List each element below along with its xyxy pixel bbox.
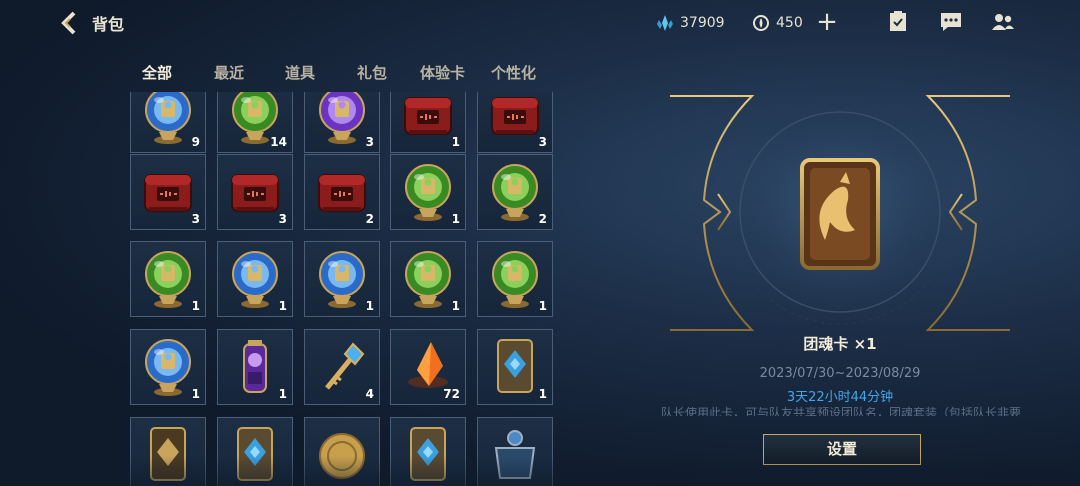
- item-name: 团魂卡 ×1: [803, 335, 877, 353]
- tab-items[interactable]: 道具: [285, 62, 315, 83]
- page-title: 背包: [92, 15, 125, 34]
- inventory-slot[interactable]: 3: [477, 92, 553, 153]
- item-quantity: 1: [365, 299, 374, 313]
- item-remaining-time: 3天22小时44分钟: [786, 390, 894, 405]
- item-quantity: 1: [451, 299, 460, 313]
- item-quantity: 1: [538, 387, 547, 401]
- inventory-slot[interactable]: 4: [304, 329, 380, 405]
- item-quantity: 1: [451, 212, 460, 226]
- tab-gift-packs[interactable]: 礼包: [357, 62, 387, 83]
- inventory-slot[interactable]: 72: [390, 329, 466, 405]
- inventory-slot[interactable]: 1: [390, 241, 466, 317]
- inventory-slot[interactable]: 1: [477, 329, 553, 405]
- item-quantity: 9: [191, 135, 200, 149]
- add-currency-button[interactable]: +: [815, 9, 839, 35]
- tab-all[interactable]: 全部: [142, 62, 172, 83]
- inventory-slot[interactable]: 2: [477, 154, 553, 230]
- inventory-slot[interactable]: 1: [390, 92, 466, 153]
- crystal-balance[interactable]: 37909: [656, 14, 725, 32]
- item-quantity: 14: [270, 135, 287, 149]
- team-soul-card-icon: [800, 158, 880, 270]
- item-validity-dates: 2023/07/30~2023/08/29: [759, 366, 921, 381]
- tab-recent[interactable]: 最近: [214, 62, 244, 83]
- item-quantity: 3: [538, 135, 547, 149]
- item-quantity: 3: [278, 212, 287, 226]
- inventory-slot[interactable]: 1: [477, 241, 553, 317]
- item-quantity: 1: [191, 387, 200, 401]
- friends-button[interactable]: [991, 11, 1015, 33]
- inventory-slot[interactable]: 2: [304, 154, 380, 230]
- crystal-amount: 37909: [680, 15, 725, 31]
- inventory-slot[interactable]: [477, 417, 553, 486]
- inventory-grid[interactable]: 9 14 3 1 3 3 3 2 1 2 1 1 1 1 1 1 1 4 72 …: [120, 92, 570, 486]
- item-showcase-frame: [670, 92, 1010, 332]
- item-description: 队长使用此卡，可与队友共享预设团队名，团魂套装（包括队长非要: [660, 406, 1021, 416]
- item-quantity: 1: [191, 299, 200, 313]
- chat-icon: [941, 13, 961, 31]
- inventory-slot[interactable]: 3: [217, 154, 293, 230]
- task-button[interactable]: [886, 11, 910, 33]
- coin-balance[interactable]: 450: [752, 14, 803, 32]
- item-quantity: 1: [278, 299, 287, 313]
- item-quantity: 1: [538, 299, 547, 313]
- inventory-slot[interactable]: 1: [217, 329, 293, 405]
- coin-icon: [753, 15, 769, 31]
- tab-trial-cards[interactable]: 体验卡: [420, 62, 465, 83]
- back-arrow-icon: [61, 11, 76, 35]
- inventory-slot[interactable]: [390, 417, 466, 486]
- inventory-slot[interactable]: [217, 417, 293, 486]
- item-quantity: 1: [278, 387, 287, 401]
- inventory-slot[interactable]: 9: [130, 92, 206, 153]
- inventory-slot[interactable]: 14: [217, 92, 293, 153]
- friends-icon: [992, 14, 1014, 30]
- inventory-slot[interactable]: [304, 417, 380, 486]
- inventory-slot[interactable]: 1: [130, 241, 206, 317]
- item-quantity: 1: [451, 135, 460, 149]
- item-quantity: 2: [538, 212, 547, 226]
- inventory-slot[interactable]: 3: [304, 92, 380, 153]
- inventory-slot[interactable]: [130, 417, 206, 486]
- task-checklist-icon: [890, 11, 906, 31]
- inventory-slot[interactable]: 3: [130, 154, 206, 230]
- inventory-slot[interactable]: 1: [217, 241, 293, 317]
- chat-button[interactable]: [939, 11, 963, 33]
- item-quantity: 72: [443, 387, 460, 401]
- item-quantity: 4: [365, 387, 374, 401]
- item-quantity: 2: [365, 212, 374, 226]
- item-quantity: 3: [365, 135, 374, 149]
- plus-icon: +: [816, 7, 838, 37]
- blue-crystal-icon: [657, 15, 673, 31]
- coin-amount: 450: [776, 15, 803, 31]
- item-quantity: 3: [191, 212, 200, 226]
- inventory-slot[interactable]: 1: [304, 241, 380, 317]
- inventory-slot[interactable]: 1: [130, 329, 206, 405]
- inventory-slot[interactable]: 1: [390, 154, 466, 230]
- top-bar: 背包 37909 450 +: [0, 0, 1080, 48]
- settings-button[interactable]: 设置: [763, 434, 921, 465]
- back-button[interactable]: [58, 10, 84, 36]
- tab-personalization[interactable]: 个性化: [491, 62, 536, 83]
